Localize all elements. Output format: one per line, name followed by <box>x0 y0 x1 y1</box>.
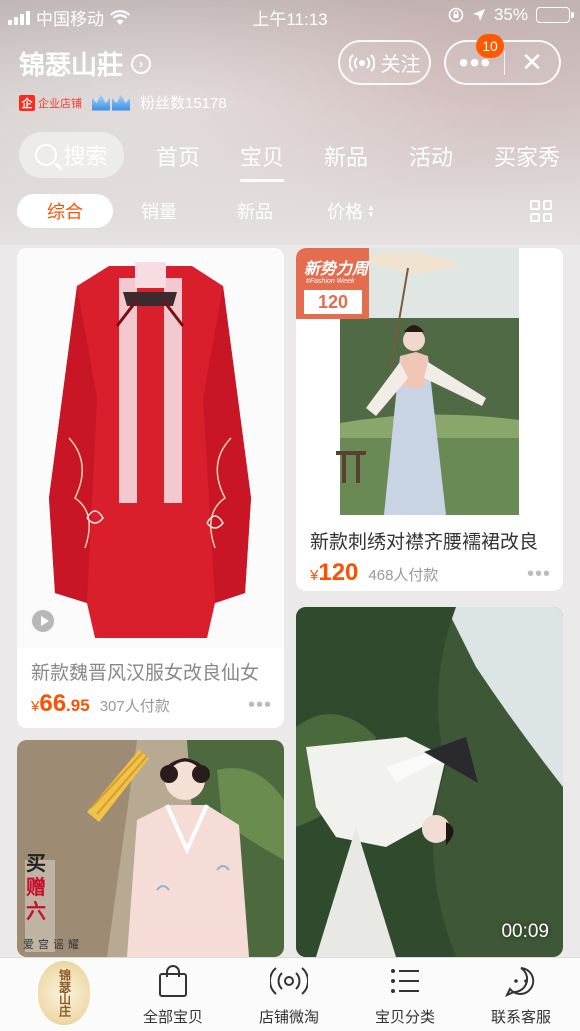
tab-new[interactable]: 新品 <box>324 140 368 172</box>
product-video-card[interactable]: 00:09 <box>296 607 563 957</box>
enterprise-shop-tag: 企 企业店铺 <box>19 94 82 111</box>
tab-products[interactable]: 宝贝 <box>240 140 285 182</box>
shop-meta-row: 企 企业店铺 粉丝数15178 <box>19 92 227 113</box>
product-video-thumbnail <box>296 607 563 957</box>
promo-side-text: 爱宫谣耀 <box>23 939 83 951</box>
play-icon[interactable] <box>30 608 56 634</box>
price-row: ¥120 468人付款 ••• <box>310 559 551 587</box>
follow-label: 关注 <box>380 54 421 76</box>
crown-rating-icon <box>92 94 130 111</box>
product-card[interactable]: 新款魏晋风汉服女改良仙女 ¥66.95 307人付款 ••• <box>17 248 284 728</box>
tab-categories-label: 宝贝分类 <box>374 1009 435 1026</box>
chat-bot-icon <box>504 962 538 1000</box>
sort-arrows-icon: ▲ ▼ <box>367 203 375 219</box>
fashion-week-tag: 新势力周 #Fashion Week 120 <box>296 248 369 319</box>
product-price: ¥120 <box>310 559 359 586</box>
list-icon <box>389 962 421 1000</box>
tab-categories[interactable]: 宝贝分类 <box>347 962 463 1027</box>
product-title: 新款魏晋风汉服女改良仙女 <box>31 663 260 684</box>
orientation-lock-icon <box>448 7 464 23</box>
battery-percent: 35% <box>493 5 528 24</box>
shop-logo[interactable]: 锦瑟山庄 <box>38 961 90 1025</box>
product-image-pink-hanfu <box>17 740 284 957</box>
broadcast-icon <box>348 53 375 72</box>
filter-comprehensive[interactable]: 综合 <box>17 194 113 228</box>
tab-buyer-show[interactable]: 买家秀 <box>494 140 560 172</box>
tab-customer-service-label: 联系客服 <box>490 1009 551 1026</box>
price-row: ¥66.95 307人付款 ••• <box>31 690 272 718</box>
broadcast-icon <box>270 962 308 1000</box>
filter-price-label: 价格 <box>327 202 363 222</box>
location-icon <box>472 9 485 21</box>
video-duration: 00:09 <box>501 921 549 942</box>
shop-name[interactable]: 锦瑟山莊 › <box>19 45 152 82</box>
product-image-red-hanfu <box>17 248 284 648</box>
shopping-bag-icon <box>157 962 189 1000</box>
close-icon[interactable]: ✕ <box>505 47 559 78</box>
battery-icon <box>536 7 574 23</box>
search-button[interactable]: 搜索 <box>19 132 124 178</box>
tab-all-products-label: 全部宝贝 <box>142 1009 203 1026</box>
promo-overlay: 买 赠 六 <box>26 853 46 923</box>
status-bar: 中国移动 上午11:13 35% <box>0 0 580 30</box>
tab-customer-service[interactable]: 联系客服 <box>463 962 579 1027</box>
filter-new[interactable]: 新品 <box>237 194 273 228</box>
enterprise-shop-label: 企业店铺 <box>38 97 82 110</box>
notification-badge: 10 <box>476 34 504 58</box>
tab-events[interactable]: 活动 <box>409 140 453 172</box>
sold-count: 307人付款 <box>99 698 170 715</box>
grid-view-icon[interactable] <box>530 200 552 222</box>
search-icon <box>35 144 58 166</box>
shop-name-text: 锦瑟山莊 <box>19 50 124 80</box>
more-options-icon[interactable]: ••• <box>527 564 551 584</box>
filter-price[interactable]: 价格 ▲ ▼ <box>327 194 375 228</box>
filter-sales[interactable]: 销量 <box>141 194 177 228</box>
product-price: ¥66.95 <box>31 690 90 717</box>
tab-shop-feed[interactable]: 店铺微淘 <box>231 962 347 1027</box>
more-options-icon[interactable]: ••• <box>248 695 272 715</box>
tab-all-products[interactable]: 全部宝贝 <box>115 962 231 1027</box>
tab-home[interactable]: 首页 <box>156 140 200 172</box>
product-card[interactable]: 新势力周 #Fashion Week 120 新款刺绣对襟齐腰襦裙改良 ¥120… <box>296 248 563 591</box>
search-label: 搜索 <box>63 144 108 169</box>
product-card[interactable]: 买 赠 六 爱宫谣耀 <box>17 740 284 957</box>
fans-count: 粉丝数15178 <box>140 95 227 112</box>
product-title: 新款刺绣对襟齐腰襦裙改良 <box>310 532 539 553</box>
tab-shop-feed-label: 店铺微淘 <box>258 1009 319 1026</box>
enterprise-logo-icon: 企 <box>19 94 35 111</box>
follow-button[interactable]: 关注 <box>338 40 431 85</box>
sold-count: 468人付款 <box>368 567 439 584</box>
chevron-right-icon: › <box>131 53 152 74</box>
